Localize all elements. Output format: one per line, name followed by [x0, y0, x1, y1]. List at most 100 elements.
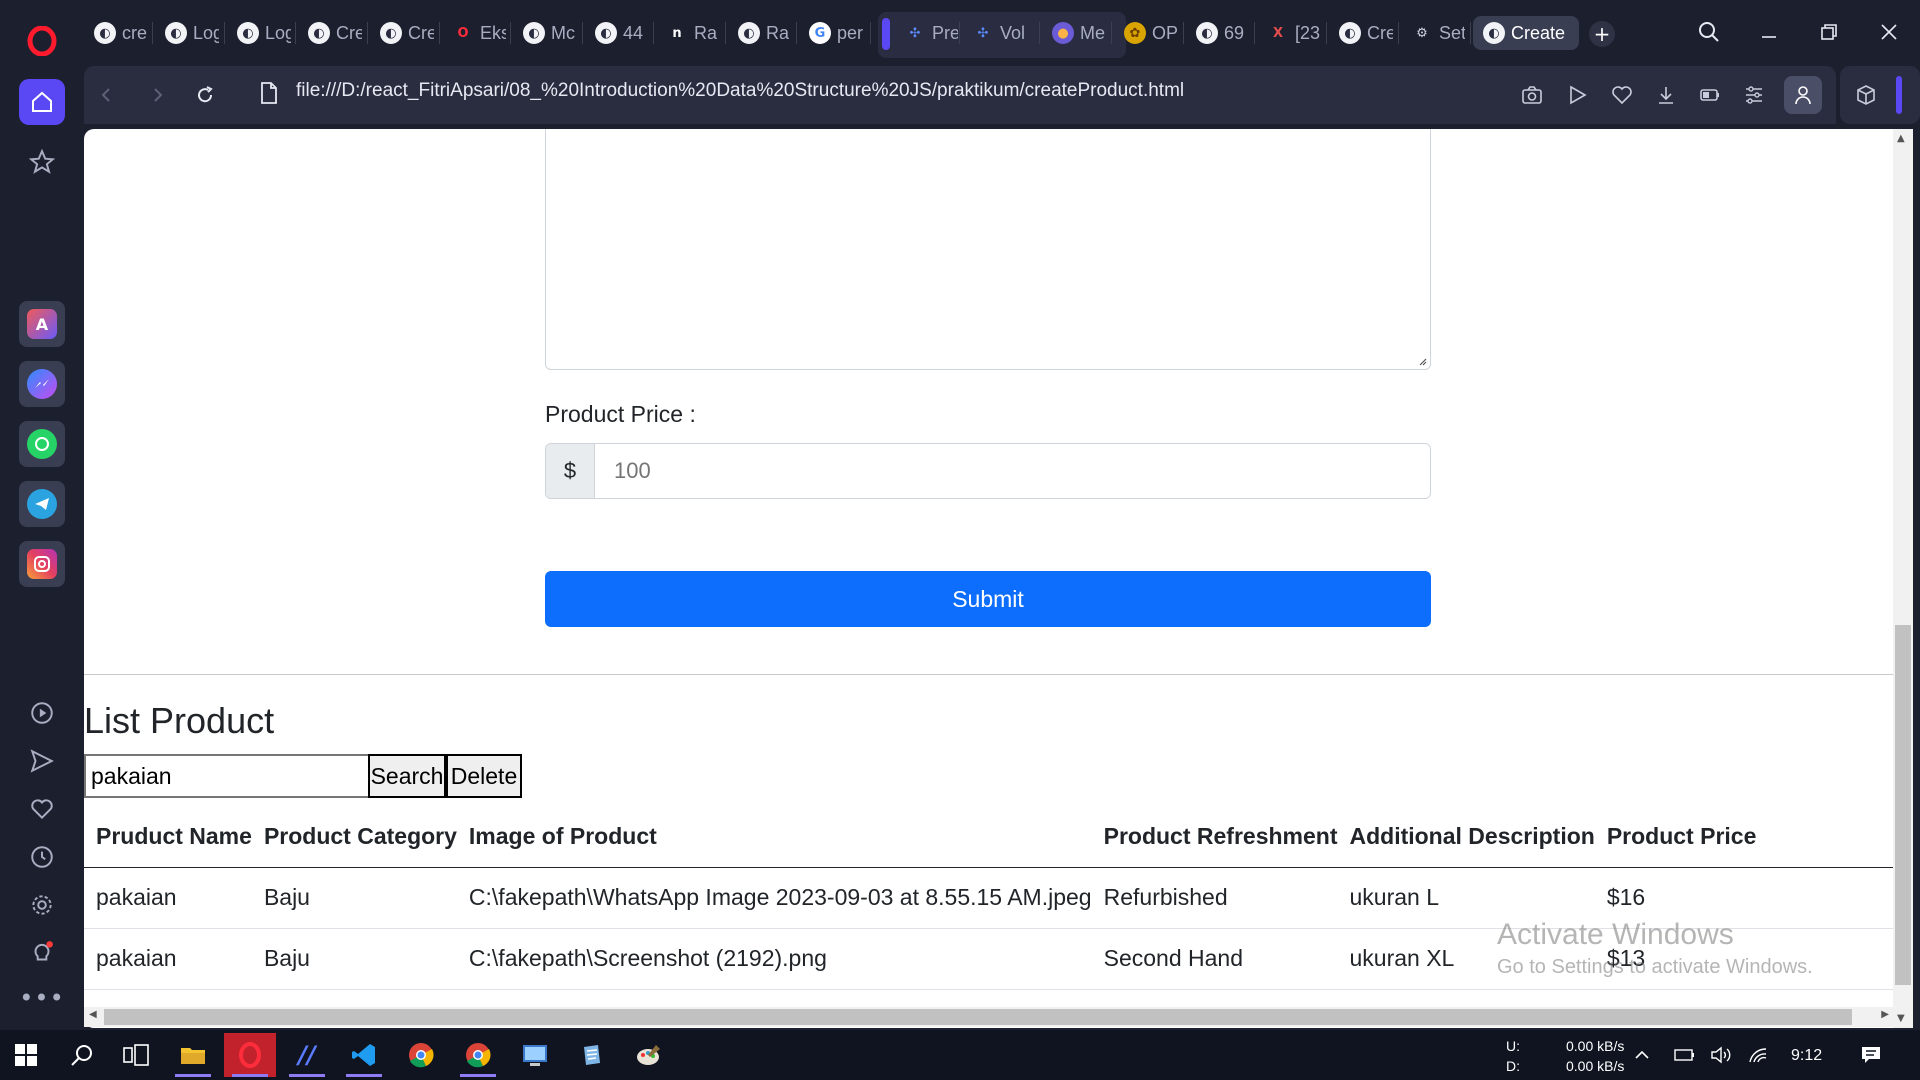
battery-saver-icon[interactable] [1696, 81, 1724, 109]
whatsapp-icon[interactable] [19, 421, 65, 467]
browser-tab[interactable]: O Eks [442, 16, 511, 50]
google-icon: G [809, 22, 831, 44]
horizontal-scrollbar[interactable]: ◀ ▶ [84, 1007, 1894, 1027]
browser-tab[interactable]: ◐ Create [1473, 16, 1579, 50]
globe-icon: ◐ [380, 22, 402, 44]
send-to-flow-icon[interactable] [1564, 81, 1592, 109]
instagram-icon[interactable] [19, 541, 65, 587]
search-tabs-icon[interactable] [1689, 14, 1729, 50]
clock-time[interactable]: 9:12 [1791, 1047, 1822, 1065]
history-clock-icon[interactable] [19, 834, 65, 880]
browser-sidebar: A ••• [0, 0, 84, 1030]
send-icon[interactable] [19, 738, 65, 784]
opera-logo-icon[interactable] [19, 18, 65, 64]
browser-tab[interactable]: ✿ OP [1114, 16, 1184, 50]
search-input[interactable] [84, 754, 368, 798]
messenger-icon[interactable] [19, 361, 65, 407]
browser-tab[interactable]: ◐ Cre [370, 16, 440, 50]
browser-tab[interactable]: ◐ 44 [585, 16, 654, 50]
windows-start-icon[interactable] [0, 1033, 52, 1077]
browser-tab[interactable]: ✣ Pre [894, 16, 960, 50]
reload-icon[interactable] [188, 78, 222, 112]
wifi-icon[interactable] [1743, 1033, 1773, 1077]
tab-title: Log [193, 22, 219, 43]
browser-tab[interactable]: Gper [799, 16, 871, 50]
product-price-input[interactable] [595, 444, 1430, 498]
heart-icon[interactable] [19, 786, 65, 832]
gear-icon: ⚙ [1416, 25, 1428, 41]
browser-tab[interactable]: ⚙ Set [1401, 16, 1471, 50]
notifications-icon[interactable] [1856, 1033, 1886, 1077]
browser-tab[interactable]: X [23 [1257, 16, 1327, 50]
scroll-right-arrow-icon[interactable]: ▶ [1881, 1009, 1889, 1020]
tab-title: Me [1080, 22, 1106, 43]
speed-dial-star-icon[interactable] [19, 139, 65, 185]
app-slash-icon[interactable]: // [281, 1033, 333, 1077]
chrome-icon[interactable] [395, 1033, 447, 1077]
restore-icon[interactable] [1809, 14, 1849, 50]
tips-lightbulb-icon[interactable] [19, 930, 65, 976]
easy-setup-icon[interactable] [1740, 81, 1768, 109]
battery-icon[interactable] [1670, 1033, 1700, 1077]
browser-tab[interactable]: ◐ Cre [298, 16, 368, 50]
control-panel-icon[interactable] [509, 1033, 561, 1077]
browser-tab[interactable]: ◐ cre [84, 16, 153, 50]
file-explorer-icon[interactable] [167, 1033, 219, 1077]
player-icon[interactable] [19, 690, 65, 736]
vscode-icon[interactable] [338, 1033, 390, 1077]
tab-separator [1470, 22, 1471, 44]
product-price-input-group: $ [545, 443, 1431, 499]
horizontal-scroll-thumb[interactable] [104, 1009, 1852, 1025]
volume-icon[interactable] [1706, 1033, 1736, 1077]
downloads-icon[interactable] [1652, 81, 1680, 109]
vertical-scroll-thumb[interactable] [1895, 625, 1911, 985]
search-button[interactable]: Search [368, 754, 446, 798]
extensions-cube-icon[interactable] [1852, 81, 1880, 109]
more-dots-icon[interactable]: ••• [19, 975, 65, 1021]
activate-windows-watermark: Activate Windows Go to Settings to activ… [1497, 918, 1813, 979]
chrome-profile-icon[interactable] [452, 1033, 504, 1077]
network-download-label: D: [1506, 1058, 1520, 1074]
submit-button[interactable]: Submit [545, 571, 1431, 627]
scroll-down-arrow-icon[interactable]: ▼ [1897, 1013, 1905, 1024]
show-hidden-icons-chevron-icon[interactable] [1627, 1033, 1657, 1077]
scroll-up-arrow-icon[interactable]: ▲ [1897, 133, 1905, 144]
telegram-icon[interactable] [19, 481, 65, 527]
scroll-left-arrow-icon[interactable]: ◀ [89, 1009, 97, 1020]
home-icon[interactable] [19, 79, 65, 125]
minimize-icon[interactable] [1749, 14, 1789, 50]
forward-icon[interactable] [140, 78, 174, 112]
browser-tab[interactable]: n Ra [656, 16, 726, 50]
globe-icon: ◐ [738, 22, 760, 44]
new-tab-button[interactable]: + [1589, 21, 1615, 47]
browser-tab[interactable]: ✣ Vol [962, 16, 1040, 50]
active-app-underline [289, 1074, 325, 1077]
settings-gear-icon[interactable] [19, 882, 65, 928]
page-content: Product Price : $ Submit List Product Se… [84, 129, 1896, 1028]
snapshot-camera-icon[interactable] [1518, 81, 1546, 109]
profile-avatar-icon[interactable] [1784, 76, 1822, 114]
browser-tab[interactable]: ● Me [1042, 16, 1112, 50]
back-icon[interactable] [90, 78, 124, 112]
opera-taskbar-icon[interactable] [224, 1033, 276, 1077]
vertical-scrollbar[interactable]: ▲ ▼ [1893, 129, 1913, 1028]
browser-tab[interactable]: ◐ Log [227, 16, 296, 50]
browser-tab[interactable]: ◐ 69 [1186, 16, 1255, 50]
notes-app-icon[interactable] [566, 1033, 618, 1077]
browser-tab[interactable]: ◐ Cre [1329, 16, 1399, 50]
task-view-icon[interactable] [110, 1033, 162, 1077]
taskbar-search-icon[interactable] [56, 1033, 108, 1077]
paint-app-icon[interactable] [623, 1033, 675, 1077]
bookmark-heart-icon[interactable] [1608, 81, 1636, 109]
delete-button[interactable]: Delete [446, 754, 522, 798]
close-window-icon[interactable] [1869, 14, 1909, 50]
resize-grip-icon[interactable] [1417, 356, 1427, 366]
browser-tab[interactable]: ◐ Ra [728, 16, 797, 50]
browser-tab[interactable]: ◐ Log [155, 16, 225, 50]
aria-app-icon[interactable]: A [19, 301, 65, 347]
cell-image-of-product: C:\fakepath\WhatsApp Image 2023-09-03 at… [456, 867, 1092, 929]
product-description-textarea[interactable] [545, 129, 1431, 370]
browser-tab[interactable]: ◐ Mc [513, 16, 583, 50]
tab-strip: ◐ cre ◐ Log ◐ Log ◐ Cre ◐ Cre O Eks ◐ Mc ◐ 44 n Ra ◐ Ra Gper… [84, 0, 1920, 66]
url-field[interactable]: file:///D:/react_FitriApsari/08_%20Intro… [296, 80, 1184, 102]
